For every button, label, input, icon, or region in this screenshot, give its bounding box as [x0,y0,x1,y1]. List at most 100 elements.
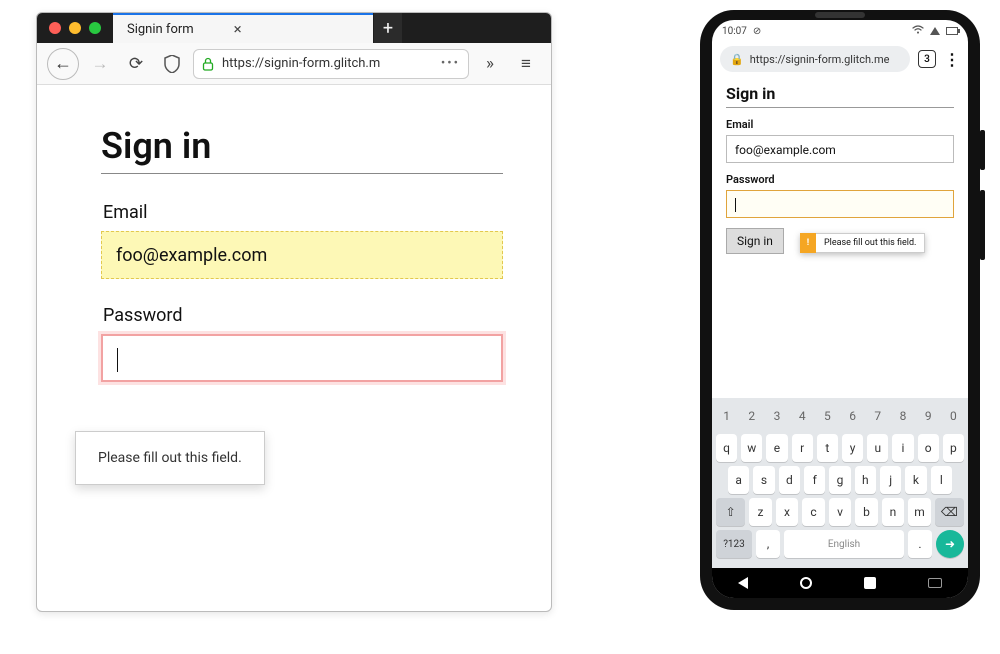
forward-button[interactable]: → [85,49,115,79]
key-5[interactable]: 5 [817,402,838,430]
new-tab-button[interactable]: + [374,13,402,43]
key-n[interactable]: n [882,498,905,526]
key-6[interactable]: 6 [842,402,863,430]
key-symbols[interactable]: ?123 [716,530,752,558]
validation-tooltip: Please fill out this field. [75,431,265,485]
tab-title: Signin form [127,22,194,37]
key-8[interactable]: 8 [892,402,913,430]
key-d[interactable]: d [779,466,800,494]
key-y[interactable]: y [842,434,863,462]
key-period[interactable]: . [908,530,932,558]
key-i[interactable]: i [892,434,913,462]
window-controls [37,13,113,43]
sign-in-button[interactable]: Sign in [726,228,784,254]
key-u[interactable]: u [867,434,888,462]
close-window-button[interactable] [49,22,61,34]
key-j[interactable]: j [880,466,901,494]
key-f[interactable]: f [804,466,825,494]
password-label: Password [103,305,503,326]
key-m[interactable]: m [908,498,931,526]
page-title: Sign in [101,125,503,167]
validation-message: Please fill out this field. [98,450,242,466]
email-field[interactable]: foo@example.com [101,231,503,279]
key-w[interactable]: w [741,434,762,462]
email-field[interactable]: foo@example.com [726,135,954,163]
key-enter[interactable]: ➜ [936,530,964,558]
email-label: Email [103,202,503,223]
key-b[interactable]: b [855,498,878,526]
hamburger-menu-icon[interactable]: ≡ [511,49,541,79]
key-shift[interactable]: ⇧ [716,498,745,526]
validation-message: Please fill out this field. [816,233,925,253]
key-o[interactable]: o [918,434,939,462]
address-bar[interactable]: https://signin-form.glitch.m ••• [193,49,469,79]
key-a[interactable]: a [728,466,749,494]
desktop-browser-window: Signin form × + ← → ⟳ https://signin-for… [36,12,552,612]
validation-tooltip: ! Please fill out this field. [800,233,925,253]
back-button[interactable]: ← [47,48,79,80]
key-4[interactable]: 4 [792,402,813,430]
page-title: Sign in [726,84,954,103]
nav-back-button[interactable] [738,577,748,589]
phone-screen: 10:07 ⊘ 🔒 https://signin-form.glitch.me … [712,20,968,598]
mobile-address-bar[interactable]: 🔒 https://signin-form.glitch.me [720,46,910,72]
key-2[interactable]: 2 [741,402,762,430]
key-x[interactable]: x [776,498,799,526]
text-caret [117,348,118,372]
window-titlebar: Signin form × + [37,13,551,43]
browser-tab[interactable]: Signin form × [113,13,373,43]
key-s[interactable]: s [753,466,774,494]
key-backspace[interactable]: ⌫ [935,498,964,526]
overflow-chevron-icon[interactable]: » [475,49,505,79]
nav-keyboard-icon[interactable] [928,578,942,588]
sign-in-label: Sign in [737,234,773,248]
url-text: https://signin-form.glitch.me [750,53,890,66]
key-3[interactable]: 3 [766,402,787,430]
page-actions-icon[interactable]: ••• [441,56,460,71]
key-1[interactable]: 1 [716,402,737,430]
tab-count: 3 [924,54,930,65]
soft-keyboard: 1234567890 qwertyuiop asdfghjkl ⇧zxcvbnm… [712,398,968,568]
phone-device-frame: 10:07 ⊘ 🔒 https://signin-form.glitch.me … [700,10,980,610]
password-field[interactable] [726,190,954,218]
url-text: https://signin-form.glitch.m [222,56,433,71]
wifi-icon [912,25,924,37]
nav-recent-button[interactable] [864,577,876,589]
key-z[interactable]: z [749,498,772,526]
key-g[interactable]: g [829,466,850,494]
key-v[interactable]: v [829,498,852,526]
key-comma[interactable]: , [756,530,780,558]
key-7[interactable]: 7 [867,402,888,430]
key-l[interactable]: l [931,466,952,494]
reload-button[interactable]: ⟳ [121,49,151,79]
warning-icon: ! [800,233,816,253]
key-0[interactable]: 0 [943,402,964,430]
email-label: Email [726,118,954,131]
overflow-menu-icon[interactable]: ⋮ [944,50,960,69]
password-field[interactable] [101,334,503,382]
key-c[interactable]: c [802,498,825,526]
browser-toolbar: ← → ⟳ https://signin-form.glitch.m ••• »… [37,43,551,85]
close-tab-icon[interactable]: × [234,20,242,38]
key-r[interactable]: r [792,434,813,462]
tab-switcher-button[interactable]: 3 [918,50,936,68]
lock-icon [202,57,214,71]
nav-home-button[interactable] [800,577,812,589]
mobile-browser-toolbar: 🔒 https://signin-form.glitch.me 3 ⋮ [712,42,968,76]
key-p[interactable]: p [943,434,964,462]
phone-side-button [980,190,985,260]
key-9[interactable]: 9 [918,402,939,430]
key-k[interactable]: k [905,466,926,494]
status-time: 10:07 [722,26,747,37]
key-h[interactable]: h [855,466,876,494]
key-e[interactable]: e [766,434,787,462]
key-space[interactable]: English [784,530,904,558]
page-content: Sign in Email foo@example.com Password [37,85,551,382]
key-t[interactable]: t [817,434,838,462]
tracking-protection-icon[interactable] [157,49,187,79]
maximize-window-button[interactable] [89,22,101,34]
key-q[interactable]: q [716,434,737,462]
minimize-window-button[interactable] [69,22,81,34]
password-label: Password [726,173,954,186]
lock-icon: 🔒 [730,53,744,66]
